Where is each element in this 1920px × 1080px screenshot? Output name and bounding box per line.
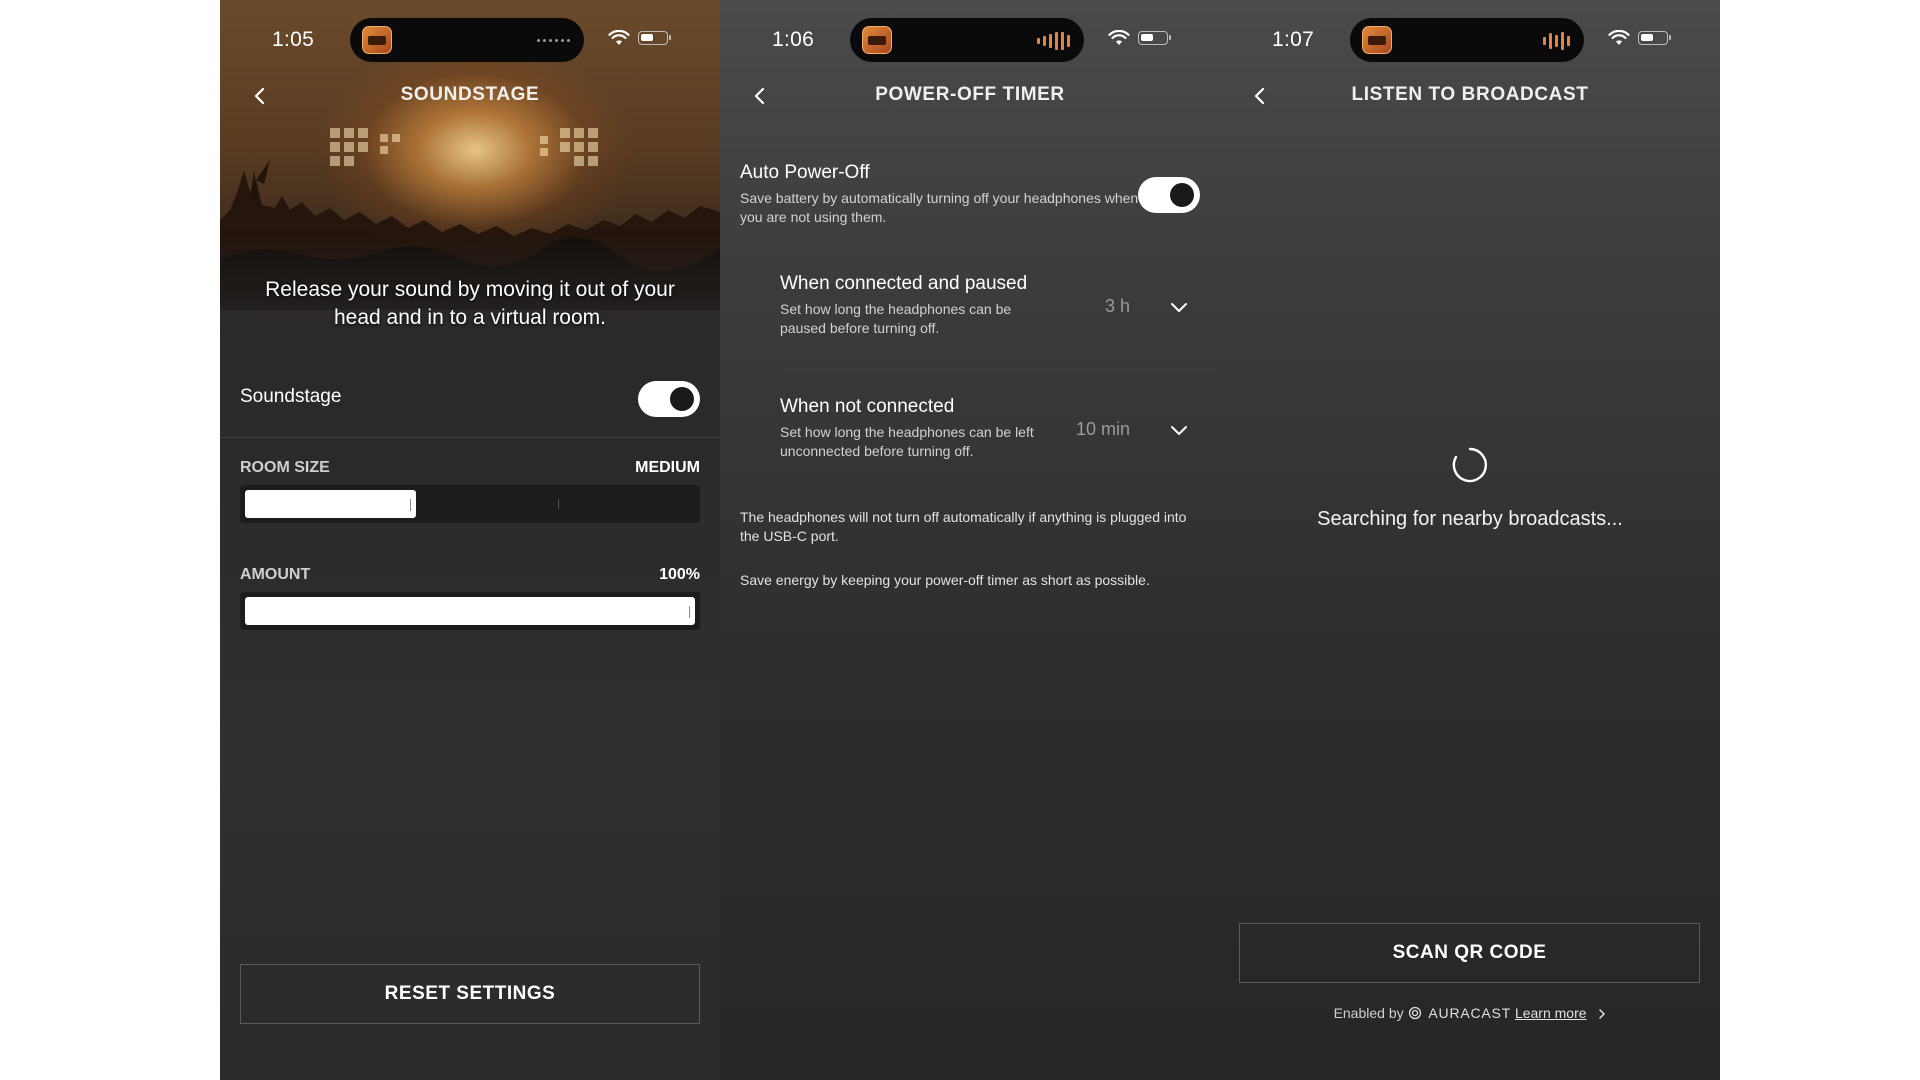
status-time: 1:06: [772, 28, 815, 51]
auto-power-off-title: Auto Power-Off: [740, 162, 870, 183]
enabled-by-label: Enabled by: [1333, 1005, 1404, 1021]
loading-spinner-icon: [1452, 447, 1488, 483]
status-bar: 1:06: [720, 0, 1220, 80]
status-bar: 1:05: [220, 0, 720, 80]
page-title: LISTEN TO BROADCAST: [1351, 84, 1589, 105]
divider: [780, 368, 1220, 369]
wifi-icon: [608, 30, 630, 45]
searching-status-text: Searching for nearby broadcasts...: [1317, 508, 1623, 530]
battery-icon: [638, 31, 671, 45]
listen-broadcast-screen: 1:07 LISTEN TO BROADCAST Searching for n…: [1220, 0, 1720, 1080]
wifi-icon: [1108, 30, 1130, 45]
audio-waveform-icon: [1037, 32, 1070, 50]
scan-qr-code-button[interactable]: SCAN QR CODE: [1239, 923, 1700, 983]
amount-label: AMOUNT: [240, 566, 311, 583]
energy-note: Save energy by keeping your power-off ti…: [740, 572, 1150, 588]
slider-thumb-mark: [689, 606, 690, 618]
not-connected-description: Set how long the headphones can be left …: [780, 424, 1034, 459]
auracast-footer: Enabled by AURACAST Learn more: [1220, 1005, 1720, 1021]
wifi-icon: [1608, 30, 1630, 45]
battery-icon: [1638, 31, 1671, 45]
slider-notch: [558, 499, 559, 509]
audio-waveform-icon: [1543, 32, 1570, 50]
not-connected-title: When not connected: [780, 396, 955, 417]
connected-paused-title: When connected and paused: [780, 273, 1028, 294]
chevron-down-icon[interactable]: [1170, 425, 1188, 437]
power-off-timer-screen: 1:06 POWER-OFF TIMER Auto Power-Off Save…: [720, 0, 1220, 1080]
dynamic-island[interactable]: [350, 18, 584, 62]
battery-icon: [1138, 31, 1171, 45]
not-connected-value[interactable]: 10 min: [1020, 419, 1130, 440]
album-art-icon: [1362, 26, 1392, 54]
amount-value: 100%: [659, 566, 700, 583]
room-size-slider[interactable]: [240, 485, 700, 523]
amount-slider[interactable]: [240, 592, 700, 630]
album-art-icon: [862, 26, 892, 54]
status-time: 1:07: [1272, 28, 1315, 51]
status-time: 1:05: [272, 28, 315, 51]
page-title: POWER-OFF TIMER: [875, 84, 1065, 105]
soundstage-toggle[interactable]: [638, 381, 700, 417]
connected-paused-value[interactable]: 3 h: [1020, 296, 1130, 317]
connected-paused-description: Set how long the headphones can be pause…: [780, 301, 1012, 336]
auracast-brand: AURACAST: [1428, 1005, 1512, 1021]
auto-power-off-description: Save battery by automatically turning of…: [740, 190, 1139, 225]
learn-more-link[interactable]: Learn more: [1515, 1005, 1587, 1021]
room-size-value: MEDIUM: [635, 459, 700, 476]
amount-slider-fill: [245, 597, 695, 625]
slider-thumb-mark: [410, 499, 411, 511]
album-art-icon: [362, 26, 392, 54]
auto-power-off-toggle[interactable]: [1138, 177, 1200, 213]
chevron-right-icon[interactable]: [1598, 1009, 1606, 1019]
dynamic-island[interactable]: [1350, 18, 1584, 62]
reset-settings-button[interactable]: RESET SETTINGS: [240, 964, 700, 1024]
room-size-slider-fill: [245, 490, 416, 518]
dynamic-island[interactable]: [850, 18, 1084, 62]
page-title: SOUNDSTAGE: [400, 84, 540, 105]
auracast-icon: [1408, 1006, 1421, 1020]
room-size-label: ROOM SIZE: [240, 459, 330, 476]
usb-c-note: The headphones will not turn off automat…: [740, 509, 1187, 544]
soundstage-label: Soundstage: [240, 386, 342, 407]
soundstage-screen: Release your sound by moving it out of y…: [220, 0, 720, 1080]
audio-dots-icon: [537, 39, 570, 42]
divider: [220, 437, 720, 438]
soundstage-description: Release your sound by moving it out of y…: [265, 278, 675, 329]
status-bar: 1:07: [1220, 0, 1720, 80]
chevron-down-icon[interactable]: [1170, 302, 1188, 314]
